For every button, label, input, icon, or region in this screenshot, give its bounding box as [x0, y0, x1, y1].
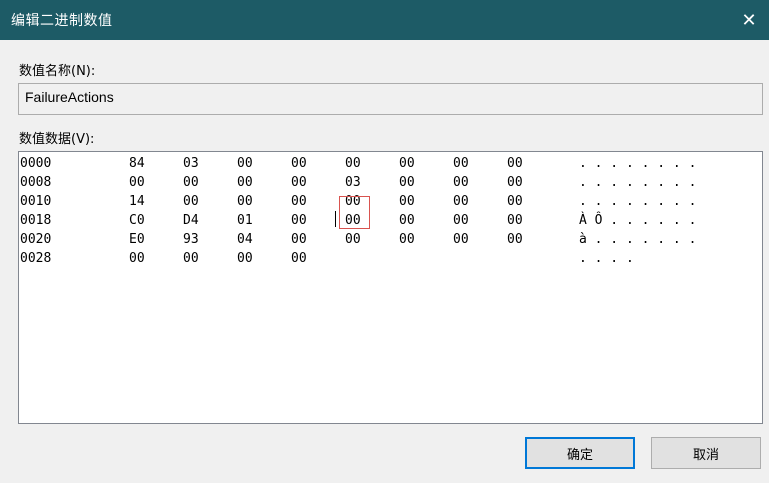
hex-byte[interactable]: 00	[453, 232, 469, 247]
hex-byte[interactable]: E0	[129, 232, 145, 247]
hex-byte[interactable]: 00	[291, 213, 307, 228]
row-offset: 0000	[20, 156, 52, 171]
hex-row: 0018 C0 D4 01 00 00 00 00 00 À Ô . . . . . .	[19, 213, 762, 232]
row-offset: 0010	[20, 194, 52, 209]
hex-byte[interactable]: 00	[291, 251, 307, 266]
hex-byte[interactable]: 00	[237, 194, 253, 209]
hex-byte[interactable]: 00	[183, 251, 199, 266]
hex-byte[interactable]: 00	[291, 156, 307, 171]
hex-byte[interactable]: 00	[507, 232, 523, 247]
hex-byte[interactable]: 14	[129, 194, 145, 209]
hex-byte[interactable]: 00	[291, 232, 307, 247]
hex-byte[interactable]: D4	[183, 213, 199, 228]
hex-byte[interactable]: 00	[129, 251, 145, 266]
hex-byte[interactable]: 00	[399, 194, 415, 209]
hex-byte[interactable]: 00	[453, 156, 469, 171]
selection-highlight	[339, 196, 370, 229]
row-offset: 0008	[20, 175, 52, 190]
hex-byte[interactable]: 00	[183, 175, 199, 190]
hex-byte[interactable]: 00	[453, 213, 469, 228]
hex-byte[interactable]: 01	[237, 213, 253, 228]
ascii-text: . . . . . . . .	[579, 156, 697, 171]
hex-byte[interactable]: 00	[237, 156, 253, 171]
window-title: 编辑二进制数值	[11, 13, 113, 29]
hex-byte[interactable]: 00	[399, 156, 415, 171]
cancel-button[interactable]: 取消	[651, 437, 761, 469]
hex-byte[interactable]: 00	[345, 232, 361, 247]
close-icon[interactable]: ✕	[737, 8, 761, 32]
value-name-label: 数值名称(N):	[19, 64, 96, 79]
hex-editor[interactable]: 0028 00 00 00 00. . . . 0020 E0 93 04 00 00 00 00 00 à…	[18, 151, 763, 424]
value-data-label: 数值数据(V):	[19, 132, 95, 147]
hex-byte[interactable]: 00	[453, 175, 469, 190]
title-bar: 编辑二进制数值 ✕	[0, 0, 769, 40]
hex-byte[interactable]: 04	[237, 232, 253, 247]
row-offset: 0028	[20, 251, 52, 266]
ascii-text: . . . . . . . .	[579, 194, 697, 209]
hex-byte[interactable]: 00	[507, 175, 523, 190]
row-offset: 0018	[20, 213, 52, 228]
hex-byte[interactable]: 00	[399, 232, 415, 247]
hex-byte[interactable]: 84	[129, 156, 145, 171]
text-caret	[335, 211, 336, 227]
hex-byte[interactable]: 00	[237, 251, 253, 266]
hex-byte[interactable]: 00	[291, 175, 307, 190]
ascii-text: À Ô . . . . . .	[579, 213, 697, 228]
hex-row: 0000 84 03 00 00 00 00 00 00. . . . . . . .	[19, 156, 762, 175]
hex-row: 0028 00 00 00 00 . . . .	[19, 251, 762, 270]
hex-byte[interactable]: 00	[507, 194, 523, 209]
hex-byte[interactable]: 00	[129, 175, 145, 190]
hex-byte[interactable]: 00	[183, 194, 199, 209]
hex-byte[interactable]: 00	[345, 156, 361, 171]
hex-byte[interactable]: C0	[129, 213, 145, 228]
ok-button[interactable]: 确定	[525, 437, 635, 469]
hex-byte[interactable]: 00	[507, 213, 523, 228]
row-offset: 0020	[20, 232, 52, 247]
hex-byte[interactable]: 00	[399, 213, 415, 228]
hex-byte[interactable]: 03	[183, 156, 199, 171]
hex-row: 0020 E0 93 04 00 00 00 00 00 à . . . . . . .	[19, 232, 762, 251]
hex-byte[interactable]: 03	[345, 175, 361, 190]
value-name-field: FailureActions	[18, 83, 763, 115]
ascii-text: . . . . . . . .	[579, 175, 697, 190]
hex-byte[interactable]: 00	[399, 175, 415, 190]
ascii-text: à . . . . . . .	[579, 232, 697, 247]
hex-row: 0008 00 00 00 00 03 00 00 00 . . . . . . . .	[19, 175, 762, 194]
hex-byte[interactable]: 93	[183, 232, 199, 247]
hex-byte[interactable]: 00	[453, 194, 469, 209]
ascii-text: . . . .	[579, 251, 634, 266]
hex-byte[interactable]: 00	[507, 156, 523, 171]
hex-byte[interactable]: 00	[291, 194, 307, 209]
hex-byte[interactable]: 00	[237, 175, 253, 190]
hex-row: 0010 14 00 00 00 00 00 00 00. . . . . . . .	[19, 194, 762, 213]
